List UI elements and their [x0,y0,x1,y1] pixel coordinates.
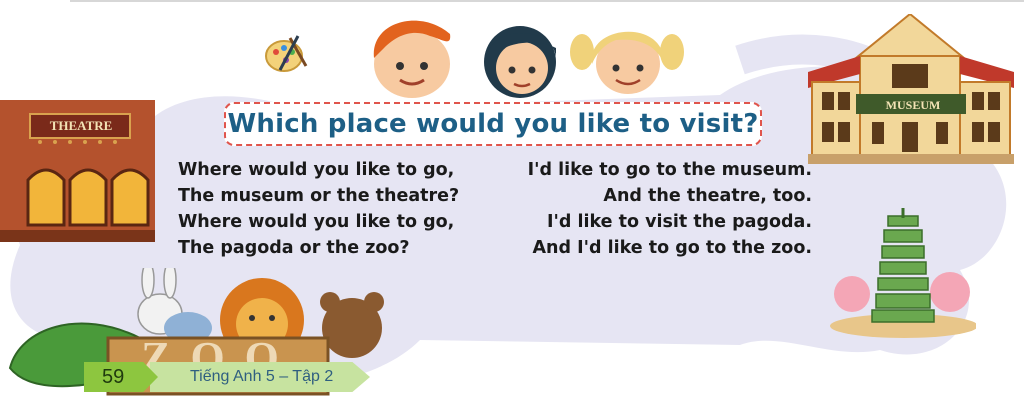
poem-line: And the theatre, too. [603,186,812,206]
boy-head [373,20,451,98]
palette-icon [265,35,308,72]
title-box: Which place would you like to visit? [224,102,762,146]
pagoda-illustration [830,208,976,338]
page-number-tab: 59 [84,362,158,392]
museum-sign: MUSEUM [885,98,941,112]
book-title-tab: Tiếng Anh 5 – Tập 2 [150,362,370,392]
museum-illustration: MUSEUM [808,12,1014,164]
page-title: Which place would you like to visit? [227,109,759,139]
theatre-illustration: THEATRE [0,100,160,245]
girl-dark-hair-head [484,26,556,98]
book-title: Tiếng Anh 5 – Tập 2 [190,368,334,385]
poem-line: The pagoda or the zoo? [178,238,410,258]
poem-line: I'd like to go to the museum. [527,160,812,180]
page-number: 59 [102,365,125,388]
poem-line: Where would you like to go, [178,160,455,180]
girl-blonde-head [570,31,684,94]
poem-line: I'd like to visit the pagoda. [546,212,812,232]
poem-line: The museum or the theatre? [178,186,460,206]
poem-right-column: I'd like to go to the museum. And the th… [496,160,812,264]
children-illustration [373,20,684,98]
poem-line: And I'd like to go to the zoo. [532,238,812,258]
poem-line: Where would you like to go, [178,212,455,232]
poem-left-column: Where would you like to go, The museum o… [178,160,478,264]
theatre-sign: THEATRE [49,118,113,133]
top-rule [70,0,1024,2]
